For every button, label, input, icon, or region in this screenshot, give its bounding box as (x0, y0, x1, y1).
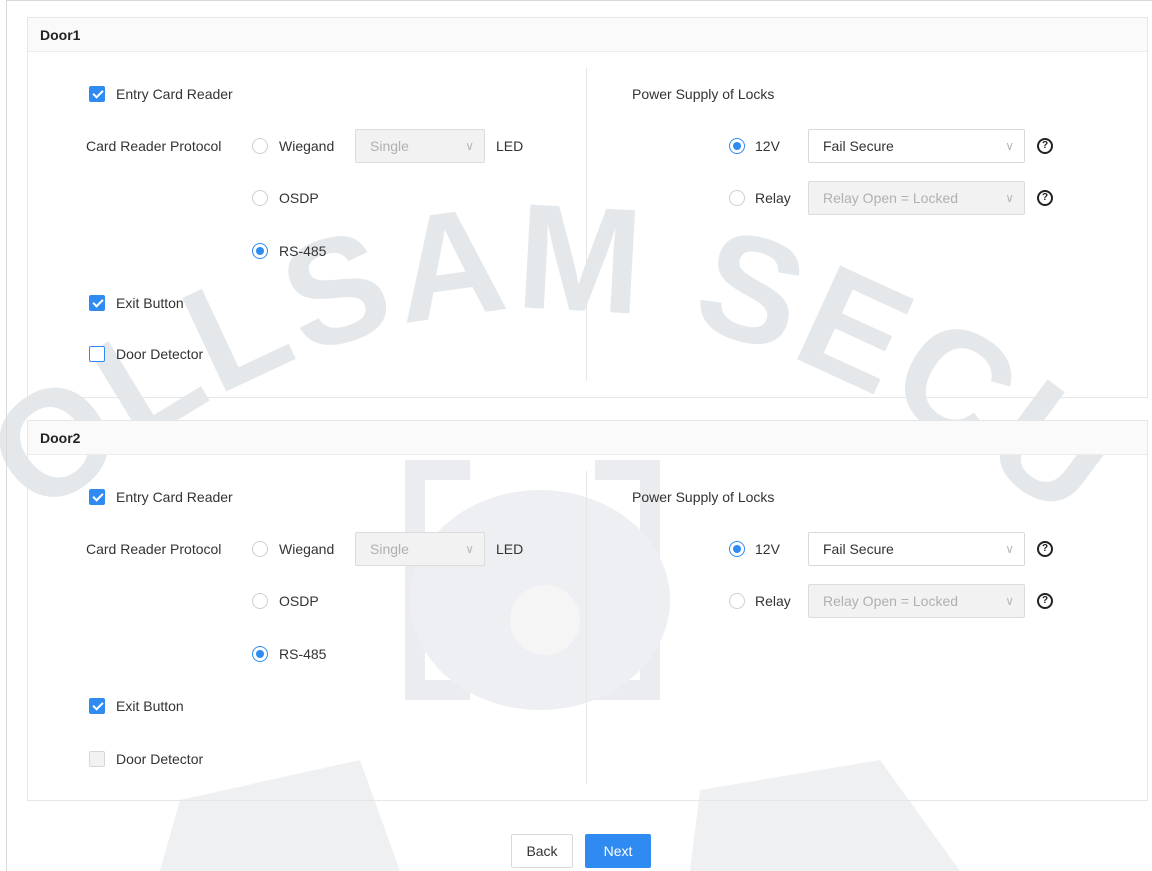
door2-led-label: LED (496, 541, 524, 557)
chevron-down-icon: ∨ (1005, 594, 1014, 608)
door2-12v-select[interactable]: Fail Secure ∨ (808, 532, 1025, 566)
chevron-down-icon: ∨ (1005, 542, 1014, 556)
door2-wiegand-label[interactable]: Wiegand (279, 541, 334, 557)
door1-12v-select[interactable]: Fail Secure ∨ (808, 129, 1025, 163)
door1-12v-label[interactable]: 12V (755, 138, 780, 154)
door1-protocol-label: Card Reader Protocol (86, 138, 222, 154)
door2-door-detector-checkbox (89, 751, 105, 767)
door2-entry-card-reader-label[interactable]: Entry Card Reader (116, 489, 233, 505)
chevron-down-icon: ∨ (1005, 139, 1014, 153)
door1-door-detector-label[interactable]: Door Detector (116, 346, 203, 362)
door1-osdp-label[interactable]: OSDP (279, 190, 319, 206)
door2-relay-label[interactable]: Relay (755, 593, 791, 609)
door1-osdp-radio[interactable] (252, 190, 268, 206)
door2-wiegand-radio[interactable] (252, 541, 268, 557)
door2-osdp-label[interactable]: OSDP (279, 593, 319, 609)
door2-door-detector-label: Door Detector (116, 751, 204, 767)
door2-panel: Door2 Entry Card Reader Card Reader Prot… (27, 420, 1148, 801)
door1-power-supply-label: Power Supply of Locks (632, 86, 775, 102)
door1-exit-button-checkbox[interactable] (89, 295, 105, 311)
door2-osdp-radio[interactable] (252, 593, 268, 609)
door1-panel: Door1 Entry Card Reader Card Reader Prot… (27, 17, 1148, 398)
door2-12v-select-value: Fail Secure (823, 541, 894, 557)
door1-rs485-label[interactable]: RS-485 (279, 243, 326, 259)
door1-title: Door1 (28, 18, 1147, 52)
door2-rs485-label[interactable]: RS-485 (279, 646, 326, 662)
door2-relay-select: Relay Open = Locked ∨ (808, 584, 1025, 618)
door1-exit-button-label[interactable]: Exit Button (116, 295, 184, 311)
door1-divider (586, 68, 587, 381)
door1-relay-select: Relay Open = Locked ∨ (808, 181, 1025, 215)
door1-wiegand-select-value: Single (370, 138, 409, 154)
back-button[interactable]: Back (511, 834, 573, 868)
door1-12v-radio[interactable] (729, 138, 745, 154)
help-icon[interactable]: ? (1037, 541, 1053, 557)
help-icon[interactable]: ? (1037, 593, 1053, 609)
door1-relay-radio[interactable] (729, 190, 745, 206)
chevron-down-icon: ∨ (465, 542, 474, 556)
door1-relay-label[interactable]: Relay (755, 190, 791, 206)
page-frame: Door1 Entry Card Reader Card Reader Prot… (6, 0, 1152, 871)
door2-relay-select-value: Relay Open = Locked (823, 593, 959, 609)
door2-wiegand-select-value: Single (370, 541, 409, 557)
door1-door-detector-checkbox[interactable] (89, 346, 105, 362)
door1-wiegand-label[interactable]: Wiegand (279, 138, 334, 154)
door2-divider (586, 471, 587, 784)
door2-exit-button-label[interactable]: Exit Button (116, 698, 184, 714)
help-icon[interactable]: ? (1037, 190, 1053, 206)
door2-protocol-label: Card Reader Protocol (86, 541, 222, 557)
door2-rs485-radio[interactable] (252, 646, 268, 662)
chevron-down-icon: ∨ (1005, 191, 1014, 205)
door1-wiegand-select: Single ∨ (355, 129, 485, 163)
help-icon[interactable]: ? (1037, 138, 1053, 154)
door2-exit-button-checkbox[interactable] (89, 698, 105, 714)
door1-entry-card-reader-label[interactable]: Entry Card Reader (116, 86, 233, 102)
door1-12v-select-value: Fail Secure (823, 138, 894, 154)
door2-12v-label[interactable]: 12V (755, 541, 780, 557)
door2-12v-radio[interactable] (729, 541, 745, 557)
door1-relay-select-value: Relay Open = Locked (823, 190, 959, 206)
door1-entry-card-reader-checkbox[interactable] (89, 86, 105, 102)
door1-wiegand-radio[interactable] (252, 138, 268, 154)
door1-led-label: LED (496, 138, 524, 154)
door2-title: Door2 (28, 421, 1147, 455)
door2-power-supply-label: Power Supply of Locks (632, 489, 775, 505)
door2-wiegand-select: Single ∨ (355, 532, 485, 566)
door1-rs485-radio[interactable] (252, 243, 268, 259)
next-button[interactable]: Next (585, 834, 651, 868)
chevron-down-icon: ∨ (465, 139, 474, 153)
door2-entry-card-reader-checkbox[interactable] (89, 489, 105, 505)
door2-relay-radio[interactable] (729, 593, 745, 609)
